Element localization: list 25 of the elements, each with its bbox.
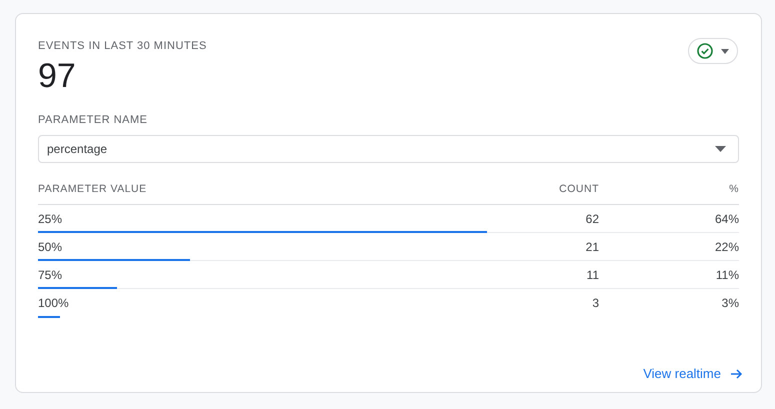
card-title: EVENTS IN LAST 30 MINUTES: [38, 39, 207, 54]
table-cell-text: 64%: [714, 210, 739, 228]
arrow-right-icon: [731, 368, 743, 380]
column-header: COUNT: [558, 182, 599, 197]
table-cell-text: 50%: [38, 238, 64, 256]
table-cell-text: 100%: [38, 294, 70, 312]
parameter-select[interactable]: percentage: [38, 135, 739, 163]
caret-icon: [721, 48, 729, 54]
field-label: PARAMETER NAME: [38, 112, 148, 128]
table-cell-text: 3: [591, 294, 599, 312]
check-circle-icon: [697, 43, 713, 59]
table-cell-text: 62: [584, 210, 599, 228]
view-realtime-link[interactable]: View realtime: [643, 364, 743, 384]
column-header: PARAMETER VALUE: [38, 182, 148, 197]
status-dropdown[interactable]: [688, 38, 738, 64]
table-cell-text: 3%: [720, 294, 739, 312]
table-cell-text: 75%: [38, 266, 64, 284]
caret-icon: [715, 146, 726, 152]
event-count: 97: [38, 56, 77, 96]
table-cell-text: 25%: [38, 210, 64, 228]
table-cell-text: 21: [584, 238, 599, 256]
table-cell-text: 11: [586, 266, 599, 284]
column-header: %: [728, 182, 739, 197]
table-cell-text: 11%: [714, 266, 739, 284]
table-cell-text: 22%: [714, 238, 739, 256]
